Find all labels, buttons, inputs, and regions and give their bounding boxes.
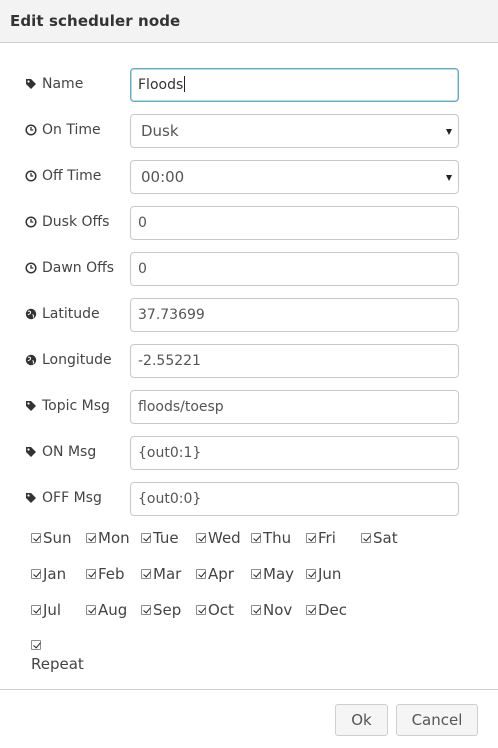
checkbox-checked-icon[interactable] [86, 569, 96, 579]
checkbox-thu[interactable]: Thu [251, 529, 291, 547]
checkbox-apr[interactable]: Apr [196, 565, 234, 583]
checkbox-mar[interactable]: Mar [141, 565, 181, 583]
name-input[interactable]: Floods [130, 68, 459, 102]
checkbox-tue[interactable]: Tue [141, 529, 179, 547]
topic-msg-input[interactable]: floods/toesp [130, 390, 459, 424]
checkbox-checked-icon[interactable] [196, 533, 206, 543]
topic-msg-row: Topic Msg floods/toesp [0, 390, 498, 424]
checkbox-checked-icon[interactable] [31, 605, 41, 615]
dawn-offset-input[interactable]: 0 [130, 252, 459, 286]
globe-icon [25, 354, 37, 366]
tag-icon [25, 78, 37, 90]
latitude-input[interactable]: 37.73699 [130, 298, 459, 332]
on-time-label: On Time [42, 122, 101, 138]
checkbox-checked-icon[interactable] [31, 533, 41, 543]
checkbox-checked-icon[interactable] [251, 605, 261, 615]
off-time-select[interactable]: 00:00 [130, 160, 459, 194]
checkbox-sun[interactable]: Sun [31, 529, 72, 547]
checkbox-oct[interactable]: Oct [196, 601, 234, 619]
checkbox-jul[interactable]: Jul [31, 601, 61, 619]
checkbox-checked-icon[interactable] [196, 569, 206, 579]
checkbox-checked-icon[interactable] [141, 569, 151, 579]
ok-button[interactable]: Ok [335, 704, 388, 736]
checkbox-checked-icon[interactable] [31, 569, 41, 579]
checkbox-jun[interactable]: Jun [306, 565, 341, 583]
checkbox-nov[interactable]: Nov [251, 601, 292, 619]
longitude-input[interactable]: -2.55221 [130, 344, 459, 378]
repeat-label: Repeat [31, 655, 84, 673]
dialog-title: Edit scheduler node [10, 12, 181, 30]
longitude-label: Longitude [42, 352, 112, 368]
checkbox-sep[interactable]: Sep [141, 601, 181, 619]
checkbox-checked-icon[interactable] [141, 605, 151, 615]
topic-msg-label: Topic Msg [42, 398, 110, 414]
on-msg-input[interactable]: {out0:1} [130, 436, 459, 470]
tag-icon [25, 446, 37, 458]
on-time-select[interactable]: Dusk [130, 114, 459, 148]
dusk-offset-label: Dusk Offs [42, 214, 110, 230]
tag-icon [25, 492, 37, 504]
dialog-header: Edit scheduler node [0, 0, 498, 43]
cancel-button[interactable]: Cancel [396, 704, 478, 736]
clock-icon [25, 262, 37, 274]
off-msg-label: OFF Msg [42, 490, 102, 506]
checkbox-checked-icon[interactable] [141, 533, 151, 543]
checkbox-checked-icon[interactable] [306, 605, 316, 615]
tag-icon [25, 400, 37, 412]
off-time-label: Off Time [42, 168, 102, 184]
checkbox-feb[interactable]: Feb [86, 565, 125, 583]
dawn-offset-label: Dawn Offs [42, 260, 115, 276]
name-row: Name Floods [0, 68, 498, 102]
clock-icon [25, 170, 37, 182]
off-time-row: Off Time 00:00 [0, 160, 498, 194]
longitude-row: Longitude -2.55221 [0, 344, 498, 378]
checkbox-checked-icon[interactable] [86, 533, 96, 543]
latitude-row: Latitude 37.73699 [0, 298, 498, 332]
dawn-offset-row: Dawn Offs 0 [0, 252, 498, 286]
name-label: Name [42, 76, 84, 92]
latitude-label: Latitude [42, 306, 100, 322]
checkbox-may[interactable]: May [251, 565, 294, 583]
footer-divider [0, 689, 498, 690]
checkbox-checked-icon[interactable] [86, 605, 96, 615]
dropdown-arrow-icon [446, 129, 452, 135]
checkbox-checked-icon[interactable] [251, 533, 261, 543]
checkbox-wed[interactable]: Wed [196, 529, 241, 547]
clock-icon [25, 124, 37, 136]
dusk-offset-input[interactable]: 0 [130, 206, 459, 240]
on-msg-row: ON Msg {out0:1} [0, 436, 498, 470]
dropdown-arrow-icon [446, 175, 452, 181]
off-msg-row: OFF Msg {out0:0} [0, 482, 498, 516]
clock-icon [25, 216, 37, 228]
checkbox-jan[interactable]: Jan [31, 565, 66, 583]
globe-icon [25, 308, 37, 320]
checkbox-fri[interactable]: Fri [306, 529, 336, 547]
off-msg-input[interactable]: {out0:0} [130, 482, 459, 516]
checkbox-sat[interactable]: Sat [361, 529, 398, 547]
checkbox-checked-icon[interactable] [361, 533, 371, 543]
on-msg-label: ON Msg [42, 444, 97, 460]
checkbox-checked-icon[interactable] [306, 569, 316, 579]
on-time-row: On Time Dusk [0, 114, 498, 148]
checkbox-aug[interactable]: Aug [86, 601, 127, 619]
checkbox-checked-icon[interactable] [306, 533, 316, 543]
repeat-checkbox[interactable] [31, 640, 41, 650]
dusk-offset-row: Dusk Offs 0 [0, 206, 498, 240]
checkbox-mon[interactable]: Mon [86, 529, 130, 547]
checkbox-dec[interactable]: Dec [306, 601, 347, 619]
checkbox-checked-icon[interactable] [196, 605, 206, 615]
checkbox-checked-icon[interactable] [251, 569, 261, 579]
